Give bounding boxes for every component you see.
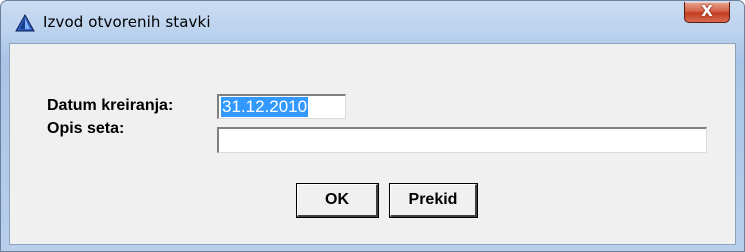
close-icon: X: [701, 2, 713, 20]
close-button[interactable]: X: [684, 2, 730, 23]
app-triangle-icon: [15, 13, 35, 32]
dialog-window: Izvod otvorenih stavki X Datum kreiranja…: [0, 0, 745, 252]
ok-button[interactable]: OK: [297, 184, 378, 217]
datum-kreiranja-field[interactable]: 31.12.2010: [217, 94, 346, 119]
title-bar[interactable]: Izvod otvorenih stavki X: [1, 1, 744, 43]
dialog-client-area: Datum kreiranja: 31.12.2010 Opis seta: O…: [9, 43, 736, 245]
window-title: Izvod otvorenih stavki: [43, 13, 211, 31]
opis-seta-label: Opis seta:: [47, 120, 125, 137]
opis-seta-field[interactable]: [217, 127, 707, 153]
datum-kreiranja-value: 31.12.2010: [221, 97, 309, 117]
datum-kreiranja-label: Datum kreiranja:: [47, 97, 174, 114]
prekid-button[interactable]: Prekid: [390, 184, 477, 217]
